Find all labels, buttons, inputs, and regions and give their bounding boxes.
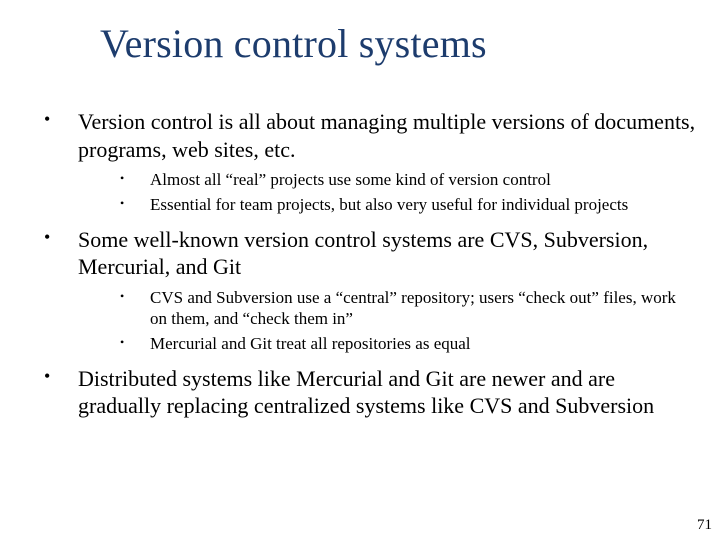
- bullet-text: Distributed systems like Mercurial and G…: [78, 365, 700, 420]
- bullet-text: Some well-known version control systems …: [78, 226, 700, 281]
- sub-bullet-item: • Essential for team projects, but also …: [114, 194, 700, 216]
- sub-bullet-text: Almost all “real” projects use some kind…: [150, 169, 700, 191]
- bullet-item: • Distributed systems like Mercurial and…: [40, 365, 700, 420]
- bullet-text: Version control is all about managing mu…: [78, 108, 700, 163]
- slide: Version control systems • Version contro…: [0, 0, 720, 540]
- sub-bullet-text: CVS and Subversion use a “central” repos…: [150, 287, 700, 331]
- sub-bullet-item: • Mercurial and Git treat all repositori…: [114, 333, 700, 355]
- bullet-glyph: •: [114, 287, 150, 331]
- sub-bullet-item: • Almost all “real” projects use some ki…: [114, 169, 700, 191]
- bullet-item: • Some well-known version control system…: [40, 226, 700, 281]
- bullet-glyph: •: [40, 365, 78, 420]
- slide-body: • Version control is all about managing …: [40, 108, 700, 426]
- sub-bullet-text: Essential for team projects, but also ve…: [150, 194, 700, 216]
- sub-bullet-group: • Almost all “real” projects use some ki…: [114, 169, 700, 216]
- sub-bullet-text: Mercurial and Git treat all repositories…: [150, 333, 700, 355]
- page-number: 71: [697, 517, 712, 534]
- sub-bullet-group: • CVS and Subversion use a “central” rep…: [114, 287, 700, 355]
- bullet-item: • Version control is all about managing …: [40, 108, 700, 163]
- bullet-glyph: •: [40, 108, 78, 163]
- slide-title: Version control systems: [100, 20, 487, 67]
- sub-bullet-item: • CVS and Subversion use a “central” rep…: [114, 287, 700, 331]
- bullet-glyph: •: [114, 194, 150, 216]
- bullet-glyph: •: [114, 169, 150, 191]
- bullet-glyph: •: [40, 226, 78, 281]
- bullet-glyph: •: [114, 333, 150, 355]
